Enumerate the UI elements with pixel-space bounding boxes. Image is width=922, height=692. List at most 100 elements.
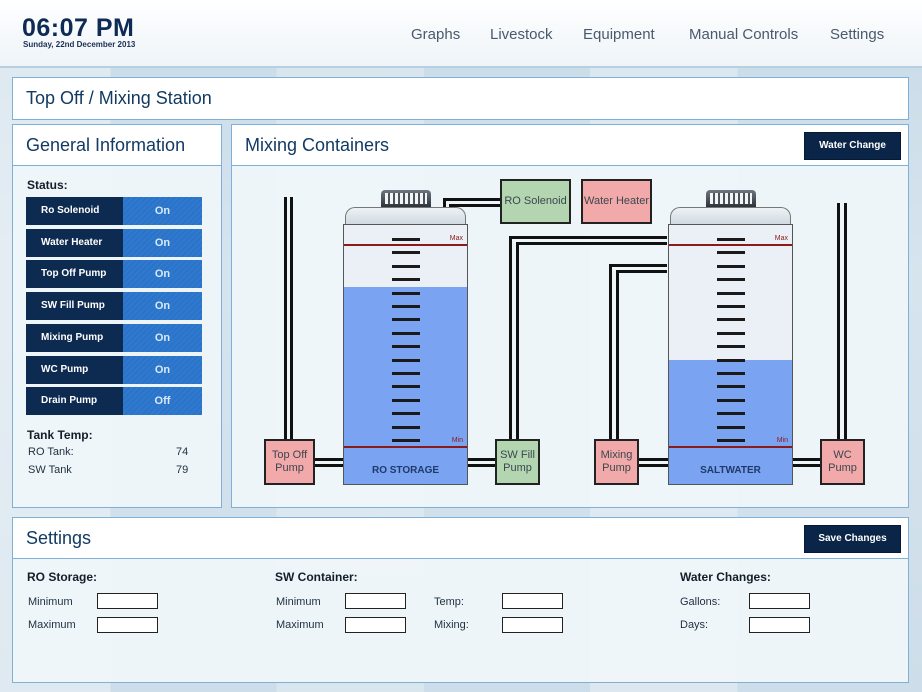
pipe [609, 264, 612, 439]
pipe [467, 458, 496, 461]
pipe [639, 464, 668, 467]
level-tick [717, 238, 745, 241]
sw-fill-pump-box[interactable]: SW Fill Pump [495, 439, 540, 485]
ro-minimum-label: Minimum [28, 596, 73, 608]
sw-temp-label: Temp: [434, 596, 464, 608]
pipe [639, 458, 668, 461]
level-tick [392, 278, 420, 282]
status-row-wc-pump[interactable]: WC Pump On [26, 356, 202, 384]
level-tick [392, 305, 420, 308]
pipe [616, 270, 667, 273]
mixing-containers-title: Mixing Containers [245, 135, 390, 155]
status-label: Ro Solenoid [26, 197, 123, 225]
nav-livestock[interactable]: Livestock [490, 26, 553, 43]
nav-settings[interactable]: Settings [830, 26, 884, 43]
status-value[interactable]: Off [123, 387, 202, 415]
ro-storage-heading: RO Storage: [27, 570, 98, 584]
status-value[interactable]: On [123, 356, 202, 384]
water-change-button[interactable]: Water Change [804, 132, 901, 160]
clock: 06:07 PM [22, 14, 135, 42]
level-tick [392, 425, 420, 429]
level-tick [717, 412, 745, 416]
pipe [844, 203, 847, 439]
level-tick [717, 251, 745, 255]
top-off-pump-box[interactable]: Top Off Pump [264, 439, 315, 485]
status-row-water-heater[interactable]: Water Heater On [26, 229, 202, 257]
pipe [314, 458, 344, 461]
ro-minimum-input[interactable] [97, 593, 158, 609]
max-label: Max [449, 235, 463, 242]
level-tick [392, 372, 420, 375]
ro-maximum-input[interactable] [97, 617, 158, 633]
water-heater-box[interactable]: Water Heater [581, 179, 652, 224]
ro-tank-temp-value: 74 [176, 446, 189, 458]
pipe [290, 197, 293, 439]
max-line [669, 244, 792, 246]
pipe [837, 203, 840, 439]
tank-shoulder [670, 207, 791, 225]
status-row-ro-solenoid[interactable]: Ro Solenoid On [26, 197, 202, 225]
save-changes-button[interactable]: Save Changes [804, 525, 901, 553]
sw-maximum-label: Maximum [276, 619, 324, 631]
general-information-header: General Information [13, 125, 221, 166]
status-row-mixing-pump[interactable]: Mixing Pump On [26, 324, 202, 352]
status-label: SW Fill Pump [26, 292, 123, 320]
status-label: WC Pump [26, 356, 123, 384]
level-tick [392, 318, 420, 322]
tank-name: RO STORAGE [371, 465, 440, 476]
min-line [344, 446, 467, 448]
ro-solenoid-box[interactable]: RO Solenoid [500, 179, 571, 224]
pipe [609, 264, 667, 267]
status-label: Mixing Pump [26, 324, 123, 352]
pipe [516, 242, 667, 245]
gallons-input[interactable] [749, 593, 810, 609]
status-value[interactable]: On [123, 292, 202, 320]
status-value[interactable]: On [123, 324, 202, 352]
mixing-pump-box[interactable]: Mixing Pump [594, 439, 639, 485]
tank-shoulder [345, 207, 466, 225]
status-value[interactable]: On [123, 197, 202, 225]
pipe [284, 197, 287, 439]
level-tick [392, 398, 420, 402]
nav-graphs[interactable]: Graphs [411, 26, 460, 43]
days-input[interactable] [749, 617, 810, 633]
level-tick [392, 331, 420, 335]
wc-pump-box[interactable]: WC Pump [820, 439, 865, 485]
status-value[interactable]: On [123, 260, 202, 288]
status-heading: Status: [27, 178, 68, 192]
general-information-panel: General Information Status: Ro Solenoid … [12, 124, 222, 508]
nav-equipment[interactable]: Equipment [583, 26, 655, 43]
sw-temp-input[interactable] [502, 593, 563, 609]
level-tick [717, 439, 745, 442]
tank-body: Max Min RO STORAGE [343, 224, 468, 485]
nav-manual-controls[interactable]: Manual Controls [689, 26, 798, 43]
status-label: Drain Pump [26, 387, 123, 415]
pipe [467, 464, 496, 467]
level-tick [717, 398, 745, 402]
general-information-title: General Information [26, 135, 186, 155]
status-value[interactable]: On [123, 229, 202, 257]
pipe [793, 464, 820, 467]
level-tick [717, 278, 745, 282]
settings-header: Settings [13, 518, 908, 559]
level-tick [392, 251, 420, 255]
sw-mixing-label: Mixing: [434, 619, 469, 631]
level-tick [392, 412, 420, 416]
pipe [509, 236, 667, 239]
level-tick [717, 372, 745, 375]
status-row-top-off-pump[interactable]: Top Off Pump On [26, 260, 202, 288]
level-tick [392, 238, 420, 241]
ro-maximum-label: Maximum [28, 619, 76, 631]
sw-mixing-input[interactable] [502, 617, 563, 633]
max-label: Max [774, 235, 788, 242]
status-row-sw-fill-pump[interactable]: SW Fill Pump On [26, 292, 202, 320]
settings-title: Settings [26, 528, 92, 548]
sw-minimum-input[interactable] [345, 593, 406, 609]
gallons-label: Gallons: [680, 596, 721, 608]
level-tick [392, 358, 420, 362]
pipe [443, 198, 500, 201]
sw-maximum-input[interactable] [345, 617, 406, 633]
level-tick [717, 305, 745, 308]
days-label: Days: [680, 619, 709, 631]
status-row-drain-pump[interactable]: Drain Pump Off [26, 387, 202, 415]
